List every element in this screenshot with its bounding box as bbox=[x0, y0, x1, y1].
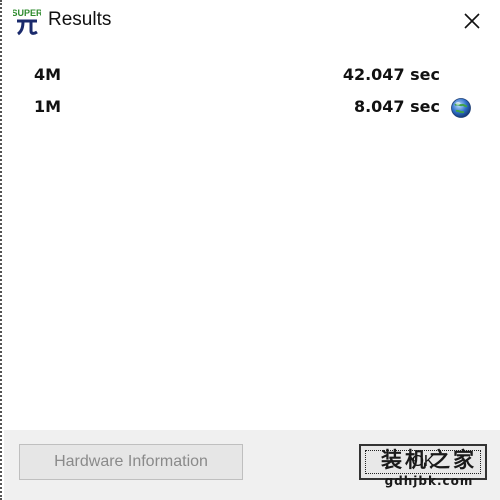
title-bar[interactable]: SUPER Results bbox=[4, 0, 500, 42]
super-pi-logo-icon: SUPER bbox=[13, 8, 41, 36]
hardware-information-button[interactable]: Hardware Information bbox=[19, 444, 243, 480]
site-url-watermark: gdhjbk.com bbox=[384, 474, 474, 488]
result-label: 4M bbox=[34, 65, 62, 84]
window-title: Results bbox=[48, 9, 112, 30]
globe-icon[interactable] bbox=[450, 97, 472, 119]
result-value: 8.047 sec bbox=[353, 97, 440, 116]
close-button[interactable] bbox=[454, 6, 490, 36]
site-watermark: 装机之家 gdhjbk.com bbox=[370, 447, 488, 489]
result-label: 1M bbox=[34, 97, 62, 116]
close-icon bbox=[464, 13, 480, 29]
site-name-watermark: 装机之家 bbox=[381, 448, 477, 472]
results-window: SUPER Results 4M 42.047 sec 1M 8.047 sec bbox=[0, 0, 500, 500]
result-row-4m: 4M 42.047 sec bbox=[34, 65, 454, 89]
result-value: 42.047 sec bbox=[342, 65, 440, 84]
svg-text:SUPER: SUPER bbox=[13, 8, 41, 18]
results-panel: 4M 42.047 sec 1M 8.047 sec IT bbox=[4, 42, 500, 473]
result-row-1m: 1M 8.047 sec bbox=[34, 97, 471, 121]
